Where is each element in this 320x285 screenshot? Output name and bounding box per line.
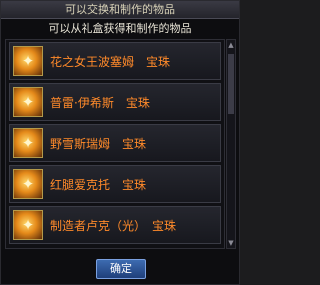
window-title: 可以交换和制作的物品 [1, 1, 239, 19]
scroll-up-icon[interactable]: ▲ [227, 40, 235, 50]
confirm-button[interactable]: 确定 [96, 259, 146, 279]
item-dialog: 可以交换和制作的物品 可以从礼盒获得和制作的物品 ✦ 花之女王波塞姆 宝珠 ✦ … [0, 0, 240, 285]
orb-icon: ✦ [13, 128, 43, 158]
list-item[interactable]: ✦ 红腿爱克托 宝珠 [9, 165, 221, 203]
orb-icon: ✦ [13, 169, 43, 199]
item-label: 花之女王波塞姆 宝珠 [50, 55, 171, 69]
list-item[interactable]: ✦ 普雷·伊希斯 宝珠 [9, 83, 221, 121]
list-item[interactable]: ✦ 野雪斯瑞姆 宝珠 [9, 124, 221, 162]
list-scrollbar[interactable]: ▲ ▼ [226, 39, 236, 249]
item-label: 野雪斯瑞姆 宝珠 [50, 137, 147, 151]
item-label: 红腿爱克托 宝珠 [50, 178, 147, 192]
list-item[interactable]: ✦ 花之女王波塞姆 宝珠 [9, 42, 221, 80]
item-label: 普雷·伊希斯 宝珠 [50, 96, 150, 110]
item-label: 制造者卢克（光） 宝珠 [50, 219, 177, 233]
orb-icon: ✦ [13, 210, 43, 240]
scroll-thumb[interactable] [228, 54, 234, 114]
list-item[interactable]: ✦ 制造者卢克（光） 宝珠 [9, 206, 221, 244]
orb-icon: ✦ [13, 87, 43, 117]
item-list: ✦ 花之女王波塞姆 宝珠 ✦ 普雷·伊希斯 宝珠 ✦ 野雪斯瑞姆 宝珠 ✦ 红腿… [5, 39, 225, 249]
scroll-down-icon[interactable]: ▼ [227, 238, 235, 248]
dialog-subtitle: 可以从礼盒获得和制作的物品 [48, 22, 192, 35]
orb-icon: ✦ [13, 46, 43, 76]
